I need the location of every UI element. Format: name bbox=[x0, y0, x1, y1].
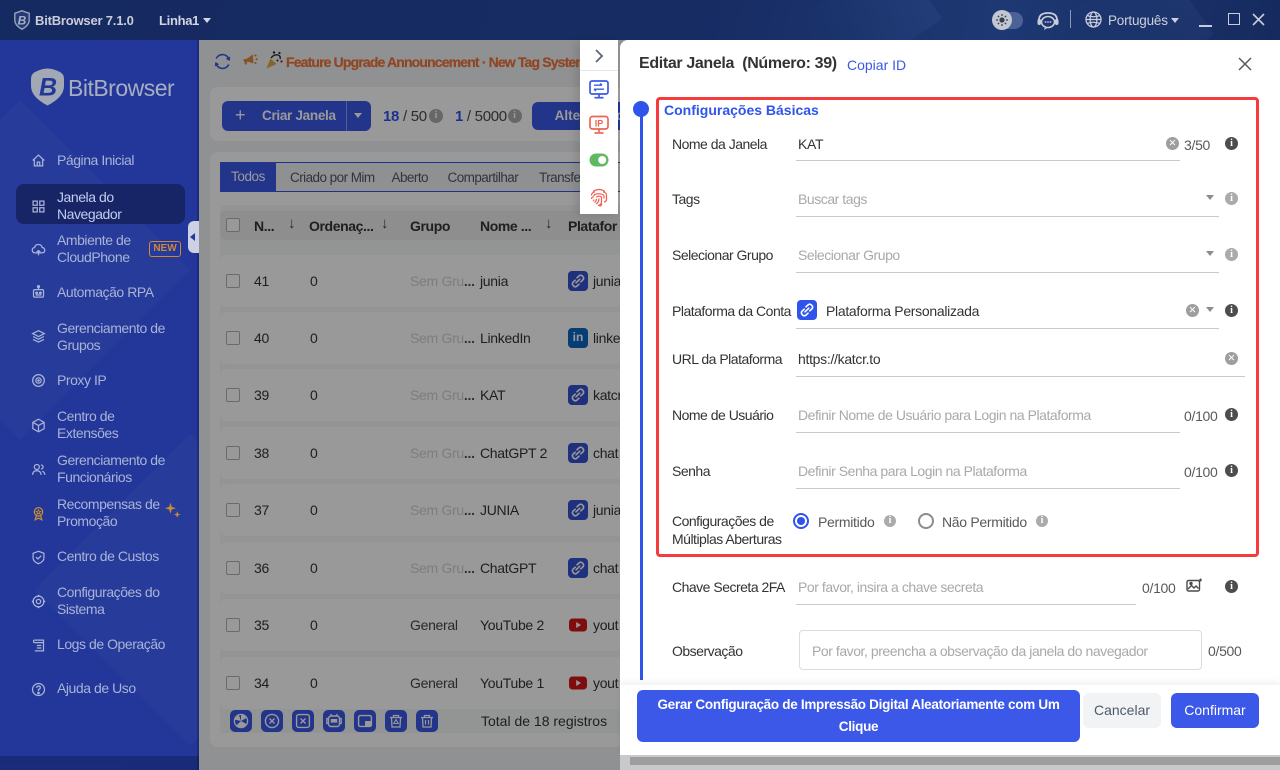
svg-text:B: B bbox=[39, 74, 57, 102]
svg-text:B: B bbox=[18, 14, 27, 28]
svg-text:IP: IP bbox=[595, 119, 604, 129]
